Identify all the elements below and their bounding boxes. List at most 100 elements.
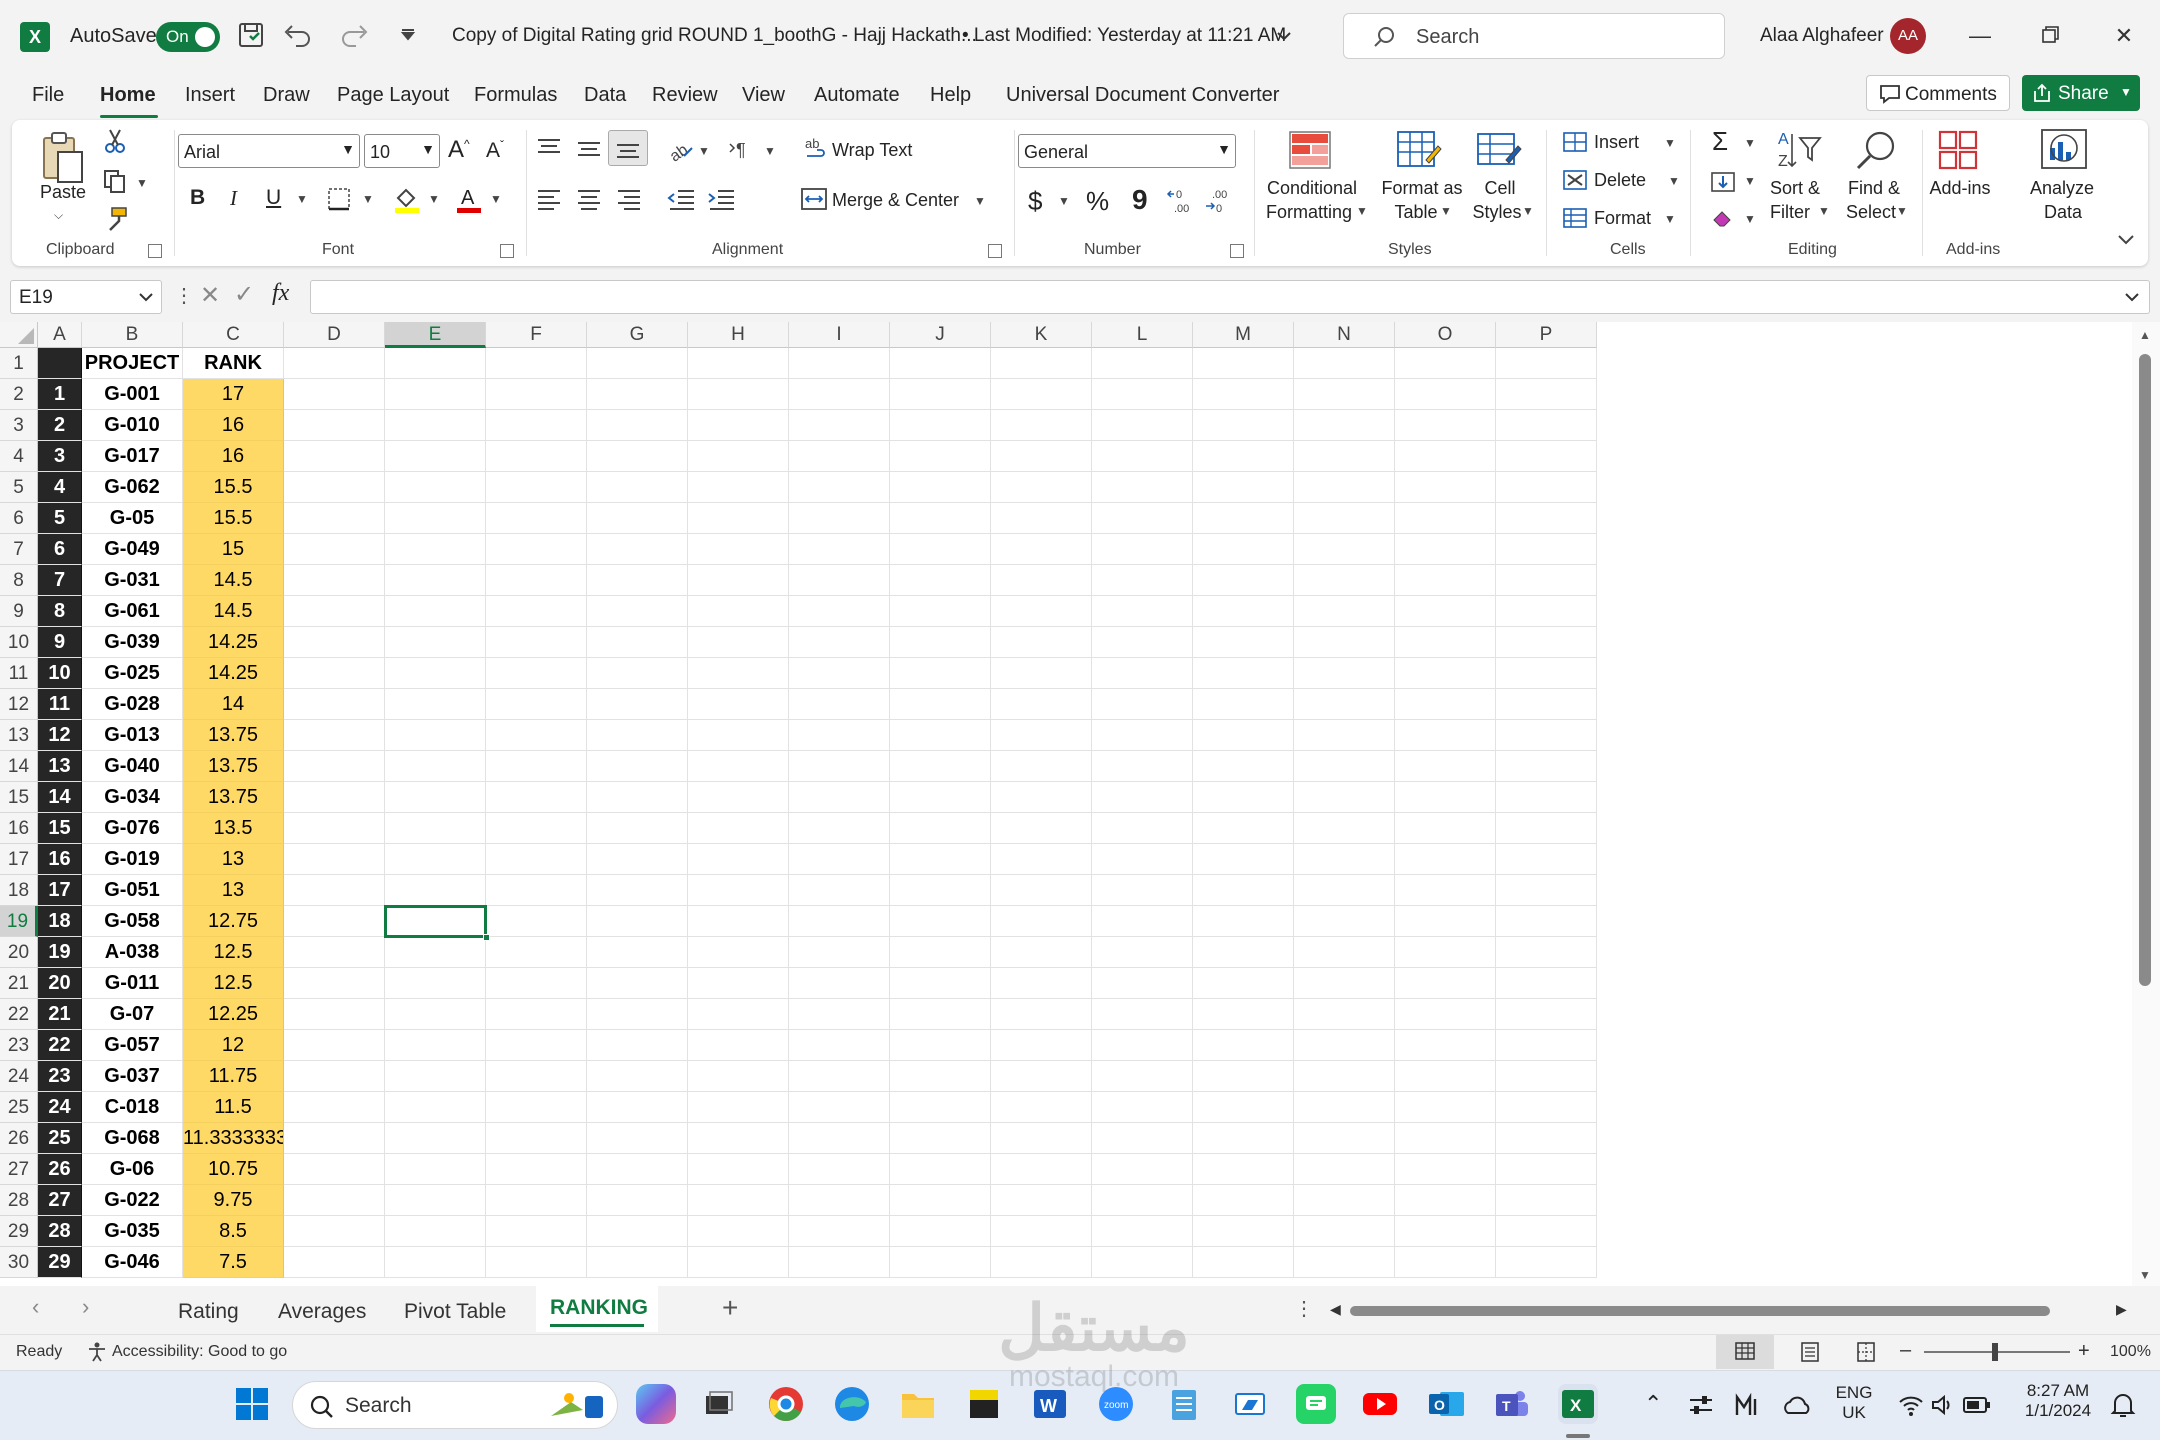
row-header[interactable]: 14 — [0, 751, 38, 782]
cell-o8[interactable] — [1395, 565, 1496, 596]
cell-e23[interactable] — [385, 1030, 486, 1061]
cell-a28[interactable]: 27 — [38, 1185, 82, 1216]
word-icon[interactable]: W — [1030, 1384, 1070, 1424]
cell-e10[interactable] — [385, 627, 486, 658]
cell-h21[interactable] — [688, 968, 789, 999]
cancel-entry-icon[interactable]: ✕ — [200, 281, 220, 310]
format-as-table-icon[interactable] — [1396, 130, 1442, 170]
cell-f17[interactable] — [486, 844, 587, 875]
underline-button[interactable]: U — [266, 186, 281, 210]
zoom-out-icon[interactable]: – — [1900, 1339, 1911, 1362]
align-bottom-button[interactable] — [608, 130, 648, 166]
cell-p7[interactable] — [1496, 534, 1597, 565]
italic-button[interactable]: I — [230, 186, 237, 211]
cell-j4[interactable] — [890, 441, 991, 472]
cell-m9[interactable] — [1193, 596, 1294, 627]
cell-d10[interactable] — [284, 627, 385, 658]
remote-desktop-icon[interactable] — [1230, 1384, 1270, 1424]
cell-p11[interactable] — [1496, 658, 1597, 689]
fill-icon[interactable] — [1710, 170, 1736, 194]
row-header[interactable]: 26 — [0, 1123, 38, 1154]
cell-j17[interactable] — [890, 844, 991, 875]
row-header[interactable]: 9 — [0, 596, 38, 627]
cell-b2[interactable]: G-001 — [82, 379, 183, 410]
restore-icon[interactable] — [2030, 18, 2070, 54]
cell-p25[interactable] — [1496, 1092, 1597, 1123]
cell-m15[interactable] — [1193, 782, 1294, 813]
select-all-corner[interactable] — [0, 322, 38, 348]
cell-c28[interactable]: 9.75 — [183, 1185, 284, 1216]
search-box[interactable]: Search — [1343, 13, 1725, 59]
cell-i6[interactable] — [789, 503, 890, 534]
copy-icon[interactable] — [102, 168, 128, 194]
cell-d5[interactable] — [284, 472, 385, 503]
copy-dropdown-icon[interactable]: ▼ — [136, 176, 148, 190]
format-cells-icon[interactable] — [1562, 206, 1588, 230]
cell-d23[interactable] — [284, 1030, 385, 1061]
cell-f27[interactable] — [486, 1154, 587, 1185]
font-color-dropdown-icon[interactable]: ▼ — [490, 192, 502, 206]
cell-i29[interactable] — [789, 1216, 890, 1247]
cell-j6[interactable] — [890, 503, 991, 534]
accessibility-status[interactable]: Accessibility: Good to go — [112, 1343, 287, 1361]
add-sheet-icon[interactable]: + — [722, 1292, 738, 1324]
cell-o7[interactable] — [1395, 534, 1496, 565]
cell-p15[interactable] — [1496, 782, 1597, 813]
onedrive-icon[interactable] — [1782, 1393, 1812, 1417]
show-hidden-icons-icon[interactable]: ⌃ — [1644, 1391, 1662, 1417]
paste-label[interactable]: Paste — [40, 182, 86, 203]
zoom-in-icon[interactable]: + — [2078, 1340, 2090, 1363]
cell-j14[interactable] — [890, 751, 991, 782]
cell-f14[interactable] — [486, 751, 587, 782]
alignment-launcher-icon[interactable] — [988, 244, 1002, 258]
cell-f21[interactable] — [486, 968, 587, 999]
cell-d6[interactable] — [284, 503, 385, 534]
cell-f8[interactable] — [486, 565, 587, 596]
row-header[interactable]: 30 — [0, 1247, 38, 1278]
cell-k18[interactable] — [991, 875, 1092, 906]
cell-k19[interactable] — [991, 906, 1092, 937]
cell-i23[interactable] — [789, 1030, 890, 1061]
column-header-j[interactable]: J — [890, 322, 991, 348]
cell-o21[interactable] — [1395, 968, 1496, 999]
cell-k29[interactable] — [991, 1216, 1092, 1247]
cell-p3[interactable] — [1496, 410, 1597, 441]
row-header[interactable]: 6 — [0, 503, 38, 534]
cell-a12[interactable]: 11 — [38, 689, 82, 720]
cell-e4[interactable] — [385, 441, 486, 472]
cell-p8[interactable] — [1496, 565, 1597, 596]
cell-g15[interactable] — [587, 782, 688, 813]
cell-b29[interactable]: G-035 — [82, 1216, 183, 1247]
sheet-tab-ranking[interactable]: RANKING — [536, 1286, 658, 1332]
cell-c7[interactable]: 15 — [183, 534, 284, 565]
cell-b7[interactable]: G-049 — [82, 534, 183, 565]
cell-i20[interactable] — [789, 937, 890, 968]
row-header[interactable]: 11 — [0, 658, 38, 689]
cell-n16[interactable] — [1294, 813, 1395, 844]
cell-l5[interactable] — [1092, 472, 1193, 503]
cell-k7[interactable] — [991, 534, 1092, 565]
column-header-m[interactable]: M — [1193, 322, 1294, 348]
column-header-d[interactable]: D — [284, 322, 385, 348]
insert-function-button[interactable]: fx — [272, 280, 289, 307]
cell-n5[interactable] — [1294, 472, 1395, 503]
orientation-icon[interactable]: ab — [666, 134, 696, 164]
avatar[interactable]: AA — [1890, 18, 1926, 54]
whatsapp-icon[interactable] — [1296, 1384, 1336, 1424]
cell-f28[interactable] — [486, 1185, 587, 1216]
wrap-text-icon[interactable]: ab — [804, 136, 830, 162]
cell-f30[interactable] — [486, 1247, 587, 1278]
cell-m4[interactable] — [1193, 441, 1294, 472]
cell-n8[interactable] — [1294, 565, 1395, 596]
cell-c18[interactable]: 13 — [183, 875, 284, 906]
tab-scroll-right-icon[interactable]: › — [82, 1294, 89, 1320]
cell-n7[interactable] — [1294, 534, 1395, 565]
cell-f24[interactable] — [486, 1061, 587, 1092]
cell-n27[interactable] — [1294, 1154, 1395, 1185]
cell-e25[interactable] — [385, 1092, 486, 1123]
cell-g30[interactable] — [587, 1247, 688, 1278]
cell-d7[interactable] — [284, 534, 385, 565]
sheet-tab-rating[interactable]: Rating — [178, 1300, 239, 1324]
cell-l12[interactable] — [1092, 689, 1193, 720]
cell-n29[interactable] — [1294, 1216, 1395, 1247]
